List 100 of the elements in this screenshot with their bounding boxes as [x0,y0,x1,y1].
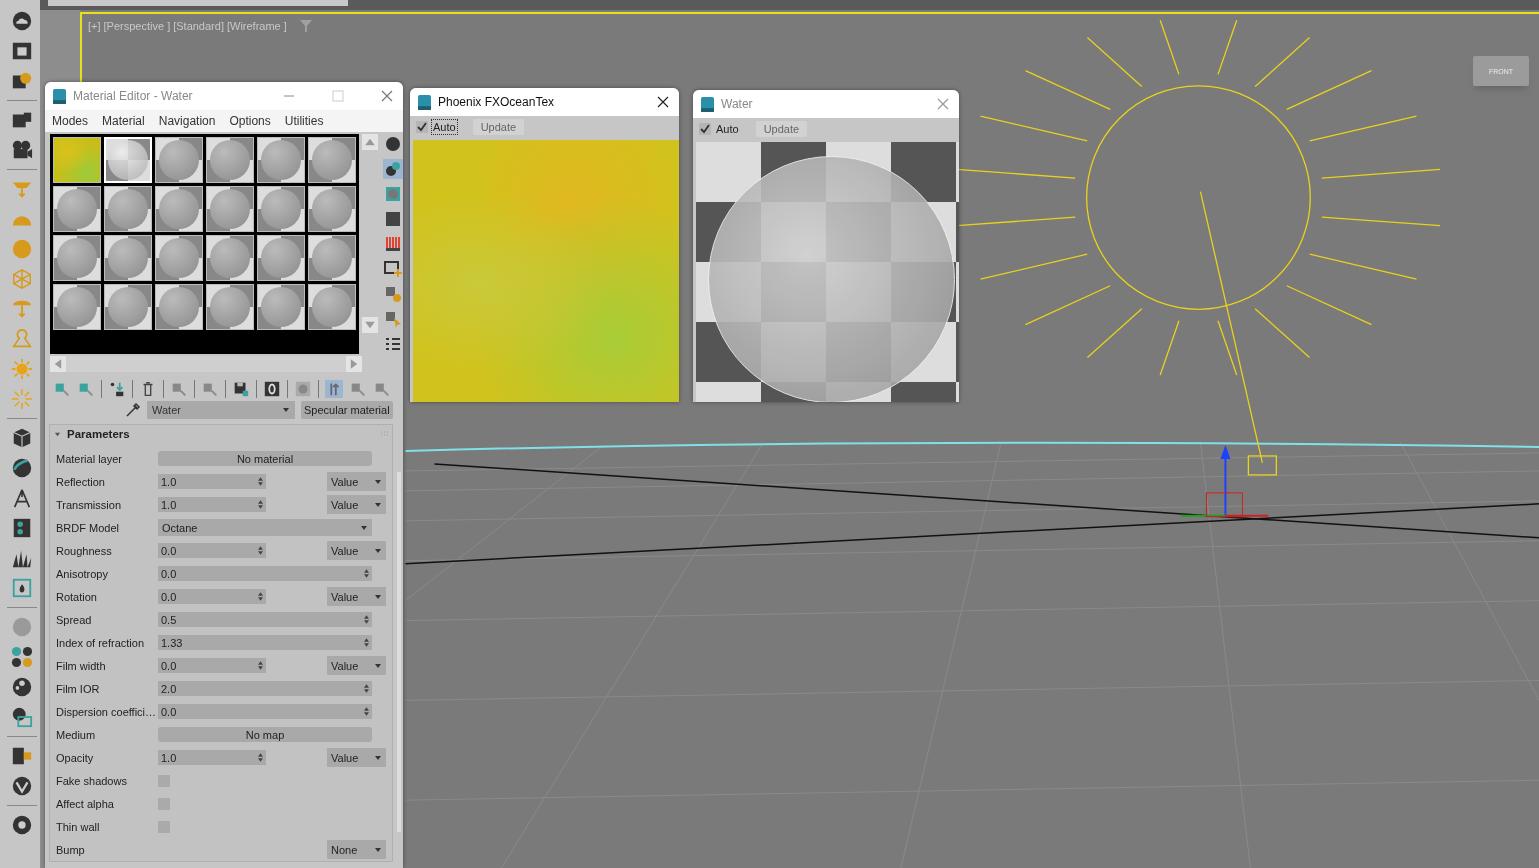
shutter-icon[interactable] [11,814,33,836]
material-slot[interactable] [308,137,356,183]
spinner-arrows-icon[interactable] [258,477,263,486]
save-icon[interactable] [232,380,250,398]
material-name-field[interactable]: Water [147,401,295,419]
spheres-icon[interactable] [383,159,403,179]
checkbox-label[interactable]: Auto [432,120,457,134]
material-slot[interactable] [257,235,305,281]
planet-icon[interactable] [11,457,33,479]
filter-icon[interactable] [299,20,312,32]
collapse-arrow-icon[interactable] [54,430,61,438]
spinner-field[interactable]: 1.0 [158,750,266,765]
scroll-down-button[interactable] [362,317,378,333]
spinner-arrows-icon[interactable] [364,638,369,647]
material-slot[interactable] [257,137,305,183]
tripod-icon[interactable] [11,487,33,509]
material-slot[interactable] [53,235,101,281]
map-dropdown[interactable]: Value [327,472,386,491]
spinner-arrows-icon[interactable] [364,684,369,693]
checkbox[interactable] [158,820,170,833]
material-slot[interactable] [155,137,203,183]
material-slot[interactable] [308,186,356,232]
spinner-field[interactable]: 1.0 [158,497,266,512]
material-slot[interactable] [155,284,203,330]
material-slot[interactable] [206,137,254,183]
umbrella-icon[interactable] [11,298,33,320]
fire-box-icon[interactable] [11,577,33,599]
spinner-arrows-icon[interactable] [258,592,263,601]
movie-camera-icon[interactable] [11,139,33,161]
material-slot[interactable] [308,235,356,281]
render-frame-icon[interactable] [11,745,33,767]
checker-icon[interactable] [383,184,403,204]
scroll-right-button[interactable] [346,356,362,372]
material-slot[interactable] [53,284,101,330]
material-type-button[interactable]: Specular material [301,401,393,419]
spinner-arrows-icon[interactable] [258,546,263,555]
material-slot[interactable] [206,235,254,281]
spinner-arrows-icon[interactable] [258,500,263,509]
square-icon[interactable] [383,209,403,229]
menu-item[interactable]: Options [229,114,271,128]
material-slot[interactable] [308,284,356,330]
spinner-field[interactable]: 0.0 [158,566,372,581]
map-dropdown[interactable]: None [327,840,386,859]
pin-icon[interactable] [325,380,343,398]
scroll-up-button[interactable] [362,134,378,150]
sphere-icon[interactable] [383,134,403,154]
assign-icon[interactable] [108,380,126,398]
dots-icon[interactable] [11,646,33,668]
map-button[interactable]: No map [158,727,372,742]
spinner-arrows-icon[interactable] [364,615,369,624]
v-logo-icon[interactable] [11,775,33,797]
dropdown[interactable]: Octane [158,519,372,536]
material-slot[interactable] [104,284,152,330]
map-dropdown[interactable]: Value [327,587,386,606]
map-dropdown[interactable]: Value [327,656,386,675]
material-slot[interactable] [155,186,203,232]
zero-icon[interactable] [263,380,281,398]
material-slot[interactable] [104,186,152,232]
checkbox[interactable] [416,121,428,133]
palette-icon[interactable] [11,676,33,698]
spinner-field[interactable]: 0.0 [158,543,266,558]
material-slot[interactable] [104,235,152,281]
spinner-field[interactable]: 0.0 [158,589,266,604]
material-slot[interactable] [155,235,203,281]
menu-item[interactable]: Utilities [284,114,324,128]
spinner-field[interactable]: 2.0 [158,681,372,696]
checkbox[interactable] [699,123,711,135]
box-icon[interactable] [11,40,33,62]
checkbox-label[interactable]: Auto [715,122,740,136]
spinner-field[interactable]: 0.0 [158,658,266,673]
material-slot[interactable] [53,186,101,232]
film-plus-icon[interactable] [383,259,403,279]
spinner-arrows-icon[interactable] [258,753,263,762]
material-slot[interactable] [257,186,305,232]
spinner-arrows-icon[interactable] [364,569,369,578]
spinner-field[interactable]: 1.33 [158,635,372,650]
map-dropdown[interactable]: Value [327,495,386,514]
spinner-field[interactable]: 0.0 [158,704,372,719]
eyedropper-icon[interactable] [125,402,141,418]
spinner-field[interactable]: 1.0 [158,474,266,489]
maximize-icon[interactable] [332,90,344,102]
menu-item[interactable]: Navigation [158,114,216,128]
material-slot[interactable] [206,284,254,330]
spinner-arrows-icon[interactable] [258,661,263,670]
map-dropdown[interactable]: Value [327,748,386,767]
sphere-layer-icon[interactable] [11,706,33,728]
scroll-left-button[interactable] [50,356,66,372]
film-strip-icon[interactable] [11,517,33,539]
menu-item[interactable]: Material [102,114,145,128]
map-button[interactable]: No material [158,451,372,466]
checkbox[interactable] [158,797,170,810]
color-bars-icon[interactable] [383,234,403,254]
map-dropdown[interactable]: Value [327,541,386,560]
cloud-icon[interactable] [11,10,33,32]
icosahedron-icon[interactable] [11,268,33,290]
material-slot[interactable] [206,186,254,232]
cube-icon[interactable] [11,427,33,449]
spinner-arrows-icon[interactable] [364,707,369,716]
spinner-field[interactable]: 0.5 [158,612,372,627]
checkbox[interactable] [158,774,170,787]
